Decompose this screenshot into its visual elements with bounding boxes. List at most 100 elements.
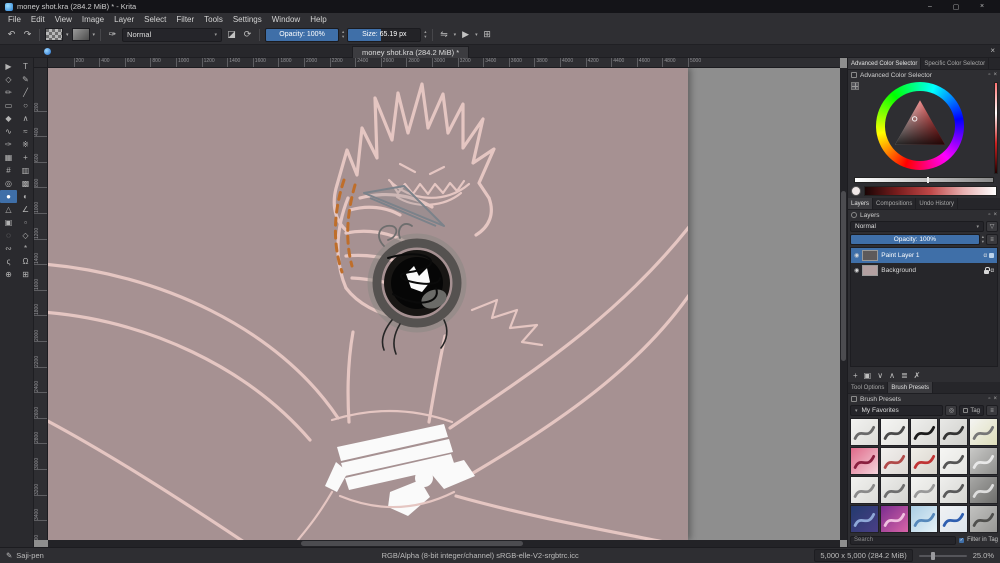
alpha-icon[interactable]: α [984,253,987,259]
horizontal-ruler[interactable]: 200 400 600 800 1000 1200 1400 1600 1800 2000 2200… [48,58,840,68]
hue-ring[interactable] [876,82,964,170]
menu-settings[interactable]: Settings [228,15,267,24]
enclose-fill-tool[interactable]: ◐ [17,190,34,203]
vertical-ruler[interactable]: 200 400 600 800 1000 1200 1400 1600 1800 2000 2200… [34,68,48,540]
brush-preset-14[interactable] [939,476,969,504]
hsv-triangle[interactable] [888,94,952,158]
brush-preset-2[interactable] [879,418,909,446]
selector-shape-icon[interactable] [851,82,859,90]
rectangular-select-tool[interactable]: ▫ [17,216,34,229]
brush-preset-8[interactable] [909,447,939,475]
zoom-tool[interactable]: ⊕ [0,268,17,281]
filter-in-tag-checkbox[interactable]: ✓ [959,537,965,543]
crop-tool[interactable]: # [0,164,17,177]
layer-filter-button[interactable]: ▽ [986,221,998,232]
document-tab[interactable]: money shot.kra (284.2 MiB) * [352,46,470,58]
mirror-button[interactable]: ⇋ [438,28,451,42]
brush-preset-10[interactable] [969,447,998,475]
layer-row-background[interactable]: ◉ Background α [851,263,997,278]
vertical-scrollbar[interactable] [840,68,847,540]
move-tool[interactable]: + [17,151,34,164]
tag-filter-combo[interactable]: ▾ My Favorites [850,405,944,416]
tab-advanced-color-selector[interactable]: Advanced Color Selector [848,58,922,69]
add-layer-button[interactable]: + [853,371,858,380]
text-tool[interactable]: T [17,60,34,73]
horizontal-scrollbar-thumb[interactable] [301,541,524,546]
layer-visibility-icon[interactable]: ◉ [854,267,859,274]
brush-preset-17[interactable] [879,505,909,533]
tab-layers[interactable]: Layers [848,198,874,209]
menu-edit[interactable]: Edit [26,15,50,24]
float-docker-icon[interactable]: ▫ [988,72,990,78]
blending-mode-combo[interactable]: Normal ▾ [122,27,223,42]
brush-preset-6[interactable] [850,447,879,475]
redo-button[interactable]: ↷ [21,28,34,42]
value-strip-slider[interactable] [994,82,998,174]
wraparound-button[interactable]: ▶ [459,28,472,42]
settings-icon[interactable] [851,72,857,78]
pan-tool[interactable]: ⊞ [17,268,34,281]
gradient-chooser[interactable] [45,28,63,41]
opacity-spinner[interactable]: ▴ ▾ [342,29,344,39]
brush-preset-4[interactable] [939,418,969,446]
close-docker-icon[interactable]: × [993,212,997,218]
float-docker-icon[interactable]: ▫ [988,396,990,402]
fill-tool[interactable]: ● [0,190,17,203]
brush-preset-13[interactable] [909,476,939,504]
brush-preset-7[interactable] [879,447,909,475]
brush-preset-9[interactable] [939,447,969,475]
horizontal-scrollbar[interactable] [48,540,840,547]
alpha-icon[interactable]: α [991,268,994,274]
layer-style-icon[interactable] [989,253,994,258]
mirror-options-arrow[interactable]: ▾ [454,32,457,38]
preset-menu-button[interactable]: ≡ [986,405,998,416]
wraparound-options-arrow[interactable]: ▾ [475,32,478,38]
active-brush-name[interactable]: Saji-pen [16,551,44,560]
menu-filter[interactable]: Filter [171,15,199,24]
brush-preset-11[interactable] [850,476,879,504]
size-spinner[interactable]: ▴ ▾ [424,29,426,39]
close-button[interactable]: × [969,3,995,11]
duplicate-layer-button[interactable]: ▣ [864,371,872,380]
layer-opacity-slider[interactable]: Opacity: 100% [850,234,980,245]
elliptical-select-tool[interactable]: ◌ [0,229,17,242]
delete-layer-button[interactable]: ✗ [914,371,921,380]
canvas-artwork[interactable] [48,68,688,540]
bezier-curve-tool[interactable]: ∿ [0,125,17,138]
gradient-tool[interactable]: ▥ [17,164,34,177]
layer-blending-mode-combo[interactable]: Normal ▾ [850,221,984,232]
minimize-button[interactable]: – [917,3,943,11]
preset-view-button[interactable]: ◎ [945,405,958,416]
move-layer-down-button[interactable]: ∨ [877,371,883,380]
brush-preset-18[interactable] [909,505,939,533]
layer-menu-button[interactable]: ≡ [986,234,998,245]
brush-preset-1[interactable] [850,418,879,446]
menu-view[interactable]: View [50,15,77,24]
zoom-slider-thumb[interactable] [930,551,935,560]
similar-color-select-tool[interactable]: * [17,242,34,255]
layer-properties-button[interactable]: ≣ [901,371,908,380]
vertical-scrollbar-thumb[interactable] [841,190,846,361]
dynamic-brush-tool[interactable]: ✑ [0,138,17,151]
bezier-select-tool[interactable]: ς [0,255,17,268]
eraser-toggle-button[interactable]: ◪ [225,28,238,42]
tab-tool-options[interactable]: Tool Options [848,382,889,393]
brush-preset-15[interactable] [969,476,998,504]
close-docker-icon[interactable]: × [993,396,997,402]
edit-shapes-tool[interactable]: ◇ [0,73,17,86]
lock-icon[interactable] [983,266,990,274]
tab-specific-color-selector[interactable]: Specific Color Selector [921,58,990,69]
transform-tool[interactable]: ▦ [0,151,17,164]
move-layer-up-button[interactable]: ∧ [889,371,895,380]
preset-search-input[interactable]: Search [850,535,957,545]
tab-brush-presets[interactable]: Brush Presets [888,382,934,393]
pattern-edit-tool[interactable]: ▩ [17,177,34,190]
rectangle-tool[interactable]: ▭ [0,99,17,112]
calligraphy-tool[interactable]: ✎ [17,73,34,86]
trim-canvas-button[interactable]: ⊞ [481,28,494,42]
menu-window[interactable]: Window [267,15,305,24]
brush-preset-20[interactable] [969,505,998,533]
magnetic-select-tool[interactable]: Ω [17,255,34,268]
freehand-brush-tool[interactable]: ✏ [0,86,17,99]
undo-button[interactable]: ↶ [5,28,18,42]
